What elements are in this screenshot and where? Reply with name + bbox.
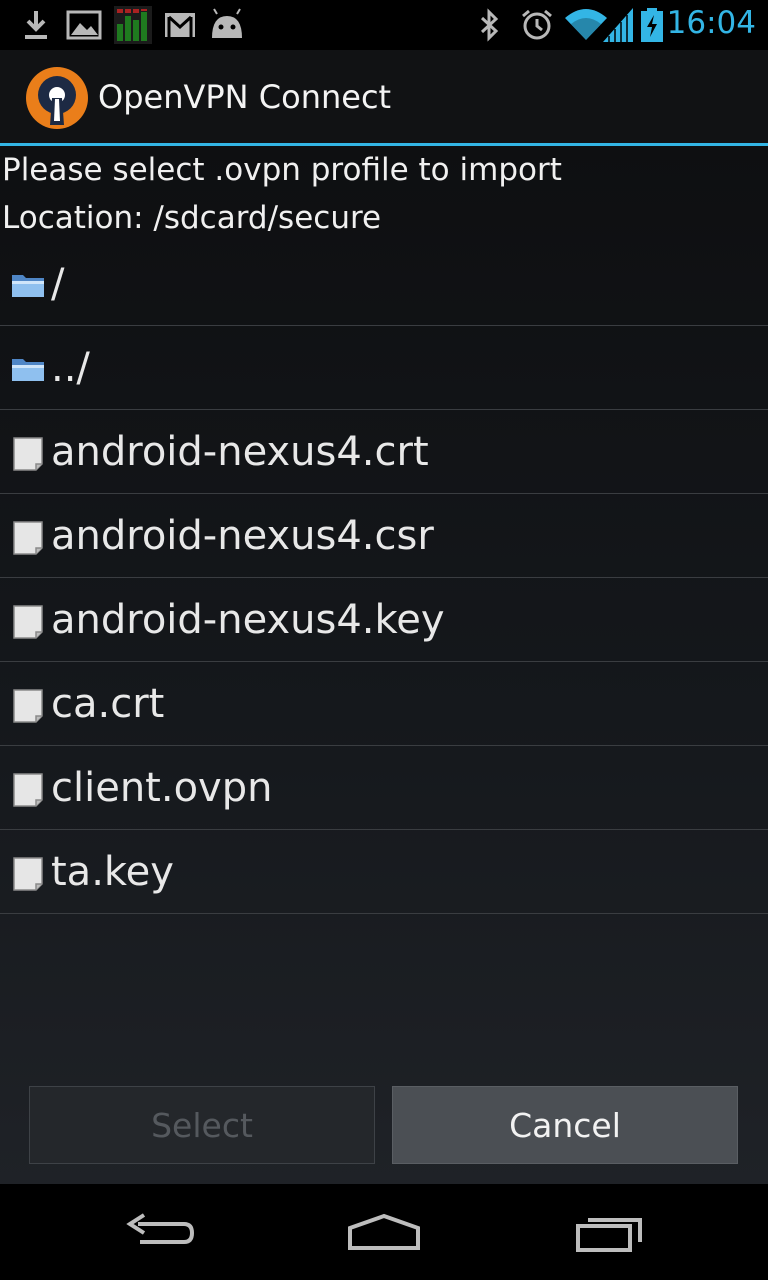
file-icon [13,689,43,723]
android-icon [212,8,242,38]
status-time: 16:04 [666,5,756,41]
gmail-icon [165,13,195,37]
screen: 16:04 OpenVPN Connect Please select .ovp… [0,0,768,1280]
list-item-file[interactable]: ca.crt [0,662,768,746]
item-label: android-nexus4.crt [51,429,429,475]
navigation-bar [0,1184,768,1280]
recent-apps-icon[interactable] [574,1208,646,1256]
folder-icon [12,359,44,381]
item-label: client.ovpn [51,765,273,811]
list-item-file[interactable]: android-nexus4.key [0,578,768,662]
action-bar: OpenVPN Connect [0,50,768,146]
app-title: OpenVPN Connect [98,78,392,116]
item-label: android-nexus4.key [51,597,445,643]
list-item-parent[interactable]: ../ [0,326,768,410]
list-item-file[interactable]: ta.key [0,830,768,914]
list-item-file[interactable]: android-nexus4.csr [0,494,768,578]
status-bar: 16:04 [0,0,768,50]
list-item-file[interactable]: client.ovpn [0,746,768,830]
file-icon [13,773,43,807]
file-icon [13,857,43,891]
image-icon [66,10,102,40]
item-label: / [51,261,65,307]
file-list: / ../ android-nexus4.crt android-nexus4.… [0,242,768,914]
select-button[interactable]: Select [29,1086,375,1164]
item-label: ../ [51,345,90,391]
download-icon [25,11,47,39]
wifi-icon [565,9,607,40]
folder-icon [12,275,44,297]
current-location: Location: /sdcard/secure [2,200,382,236]
back-icon[interactable] [124,1208,196,1256]
file-icon [13,521,43,555]
home-icon[interactable] [346,1208,422,1256]
battery-charging-icon [641,8,663,42]
file-icon [13,437,43,471]
item-label: ta.key [51,849,174,895]
signal-icon [603,8,633,42]
list-item-root[interactable]: / [0,242,768,326]
openvpn-logo-icon[interactable] [24,65,90,131]
cancel-button[interactable]: Cancel [392,1086,738,1164]
file-picker-dialog: Please select .ovpn profile to import Lo… [0,146,768,1184]
item-label: android-nexus4.csr [51,513,434,559]
file-icon [13,605,43,639]
alarm-icon [522,9,552,40]
import-prompt: Please select .ovpn profile to import [2,152,562,188]
bluetooth-icon [480,8,499,42]
item-label: ca.crt [51,681,165,727]
list-item-file[interactable]: android-nexus4.crt [0,410,768,494]
equalizer-icon [114,6,152,44]
